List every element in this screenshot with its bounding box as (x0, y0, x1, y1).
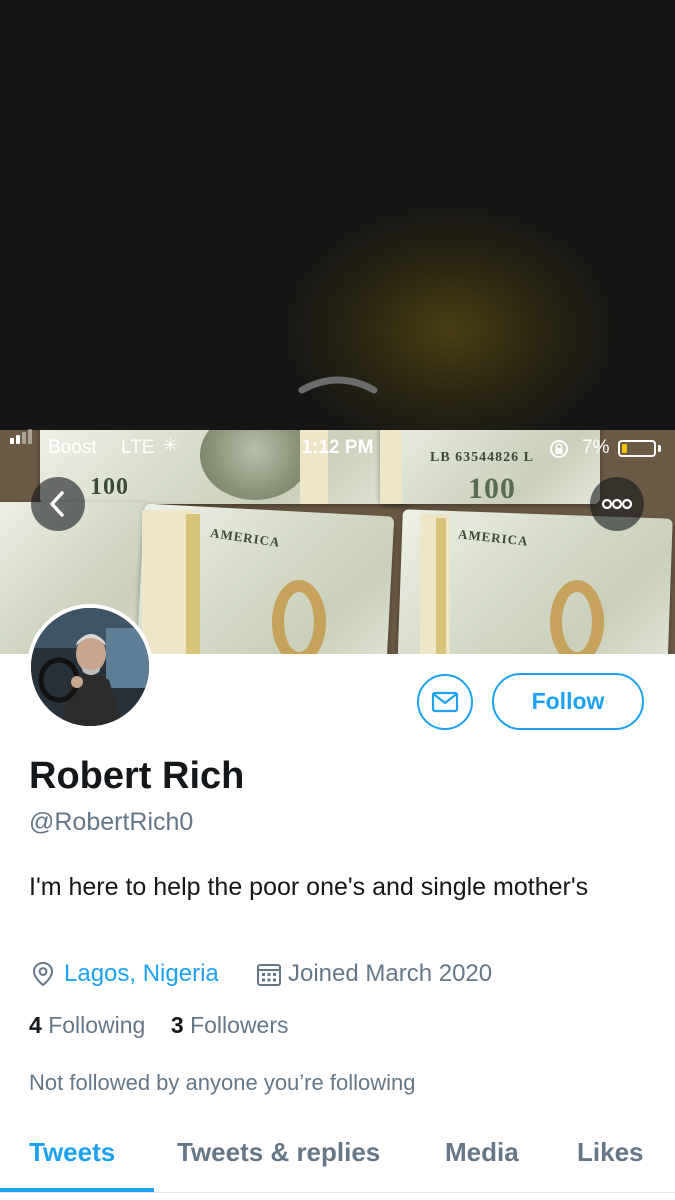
tab-tweets-and-replies[interactable]: Tweets & replies (177, 1137, 380, 1168)
banner-bill-band (436, 518, 446, 654)
tab-tweets[interactable]: Tweets (29, 1137, 115, 1168)
profile-handle: @RobertRich0 (29, 808, 194, 836)
back-button[interactable] (31, 477, 85, 531)
rotation-lock-icon (550, 440, 568, 458)
active-tab-indicator (0, 1188, 154, 1192)
status-time: 1:12 PM (301, 437, 374, 458)
banner-bill-number: 100 (90, 474, 129, 500)
banner-bill-band (142, 510, 192, 654)
profile-location[interactable]: Lagos, Nigeria (64, 960, 219, 988)
profile-stats: 4 Following 3 Followers (29, 1012, 289, 1039)
following-count: 4 (29, 1012, 42, 1038)
more-dots-icon (601, 498, 633, 510)
followers-label: Followers (190, 1012, 289, 1038)
location-pin-icon (32, 961, 54, 987)
message-button[interactable] (417, 674, 473, 730)
following-label: Following (48, 1012, 146, 1038)
battery-percent: 7% (582, 437, 610, 458)
banner-bill-zero (272, 580, 326, 654)
avatar[interactable] (27, 604, 153, 730)
profile-joined-date: Joined March 2020 (288, 960, 493, 987)
followers-count: 3 (170, 1012, 184, 1038)
followers-stat[interactable]: 3 Followers (171, 1012, 289, 1038)
profile-photo (31, 608, 149, 726)
calendar-icon (257, 964, 281, 986)
battery-icon (618, 440, 656, 457)
mutual-followers-note: Not followed by anyone you’re following (29, 1070, 416, 1095)
banner-bill-zero (550, 580, 604, 654)
profile-tabs: Tweets Tweets & replies Media Likes (0, 1130, 675, 1193)
pull-down-backdrop (0, 0, 675, 430)
tab-media[interactable]: Media (445, 1137, 519, 1168)
more-options-button[interactable] (590, 477, 644, 531)
profile-name: Robert Rich (29, 755, 245, 797)
tab-likes[interactable]: Likes (577, 1137, 644, 1168)
follow-button[interactable]: Follow (492, 673, 644, 730)
following-stat[interactable]: 4 Following (29, 1012, 145, 1038)
banner-bill-band (186, 514, 200, 654)
battery-cap (658, 445, 661, 452)
status-bar: Boost LTE ✳ 1:12 PM 7% (0, 429, 675, 466)
chevron-up-icon[interactable] (296, 372, 380, 396)
chevron-left-icon (50, 491, 64, 517)
envelope-icon (431, 691, 459, 713)
profile-bio: I'm here to help the poor one's and sing… (29, 873, 589, 901)
banner-bill-number: 100 (468, 472, 516, 505)
